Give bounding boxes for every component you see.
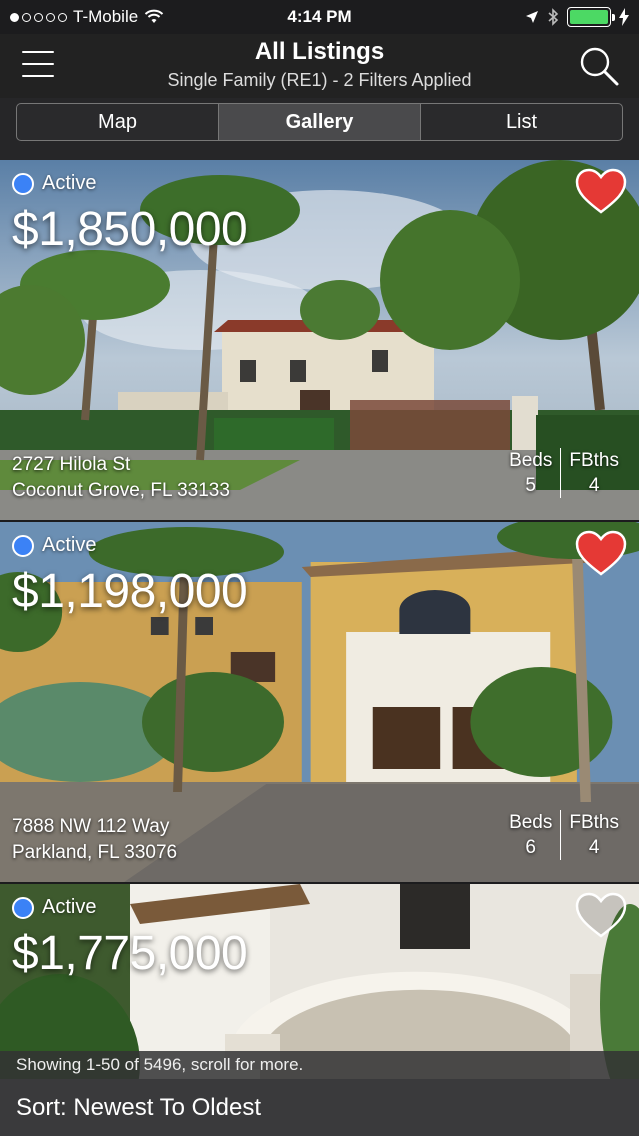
status-right: [525, 7, 629, 27]
filter-subtitle: Single Family (RE1) - 2 Filters Applied: [167, 70, 472, 90]
battery-level: [570, 10, 608, 24]
street-address: 7888 NW 112 Way: [12, 816, 170, 837]
bluetooth-icon: [548, 8, 559, 26]
listing-price: $1,198,000: [12, 565, 248, 618]
tab-gallery[interactable]: Gallery: [219, 104, 421, 140]
active-status-icon: [12, 534, 34, 557]
beds-column: Beds 5: [501, 448, 562, 498]
status-label: Active: [42, 896, 97, 918]
status-left: T-Mobile: [10, 7, 525, 27]
view-switcher: Map Gallery List: [16, 103, 623, 141]
navigation-bar: All Listings Single Family (RE1) - 2 Fil…: [0, 34, 639, 98]
street-address: 2727 Hilola St: [12, 454, 131, 475]
listing-status: Active: [12, 896, 96, 919]
baths-column: FBths 4: [561, 448, 627, 498]
beds-baths: Beds 5 FBths 4: [501, 448, 627, 498]
baths-label: FBths: [569, 450, 619, 471]
listing-price: $1,775,000: [12, 927, 248, 980]
beds-label: Beds: [509, 812, 553, 833]
listing-address: 7888 NW 112 Way Parkland, FL 33076: [12, 814, 177, 866]
listing-status: Active: [12, 172, 96, 195]
beds-label: Beds: [509, 450, 553, 471]
favorite-heart-icon[interactable]: [575, 530, 627, 578]
beds-count: 5: [525, 475, 536, 496]
baths-column: FBths 4: [561, 810, 627, 860]
search-icon[interactable]: [577, 44, 621, 88]
battery-icon: [567, 7, 615, 27]
location-arrow-icon: [526, 11, 538, 23]
sort-button[interactable]: Sort: Newest To Oldest: [0, 1079, 639, 1136]
page-title: All Listings: [254, 38, 385, 65]
signal-strength-icon: [10, 12, 67, 22]
active-status-icon: [12, 896, 34, 919]
results-count: Showing 1-50 of 5496, scroll for more.: [0, 1051, 639, 1079]
status-label: Active: [42, 534, 97, 556]
tab-list[interactable]: List: [421, 104, 622, 140]
beds-column: Beds 6: [501, 810, 562, 860]
listing-card[interactable]: Active $1,198,000 7888 NW 112 Way Parkla…: [0, 522, 639, 882]
city-state-zip: Parkland, FL 33076: [12, 842, 178, 863]
favorite-heart-outline-icon[interactable]: [575, 892, 627, 940]
charging-bolt-icon: [619, 8, 629, 26]
baths-count: 4: [588, 837, 600, 858]
beds-count: 6: [525, 837, 536, 858]
city-state-zip: Coconut Grove, FL 33133: [12, 480, 230, 501]
favorite-heart-icon[interactable]: [575, 168, 627, 216]
carrier-name: T-Mobile: [73, 7, 139, 26]
beds-baths: Beds 6 FBths 4: [501, 810, 627, 860]
listing-price: $1,850,000: [12, 203, 248, 256]
wifi-icon: [145, 9, 164, 23]
listing-address: 2727 Hilola St Coconut Grove, FL 33133: [12, 452, 230, 504]
listing-card[interactable]: Active $1,850,000 2727 Hilola St Coconut…: [0, 160, 639, 520]
status-bar: T-Mobile 4:14 PM: [0, 0, 639, 34]
active-status-icon: [12, 172, 34, 195]
baths-count: 4: [588, 475, 600, 496]
status-label: Active: [42, 172, 97, 194]
tab-map[interactable]: Map: [17, 104, 219, 140]
listing-status: Active: [12, 534, 96, 557]
baths-label: FBths: [569, 812, 619, 833]
